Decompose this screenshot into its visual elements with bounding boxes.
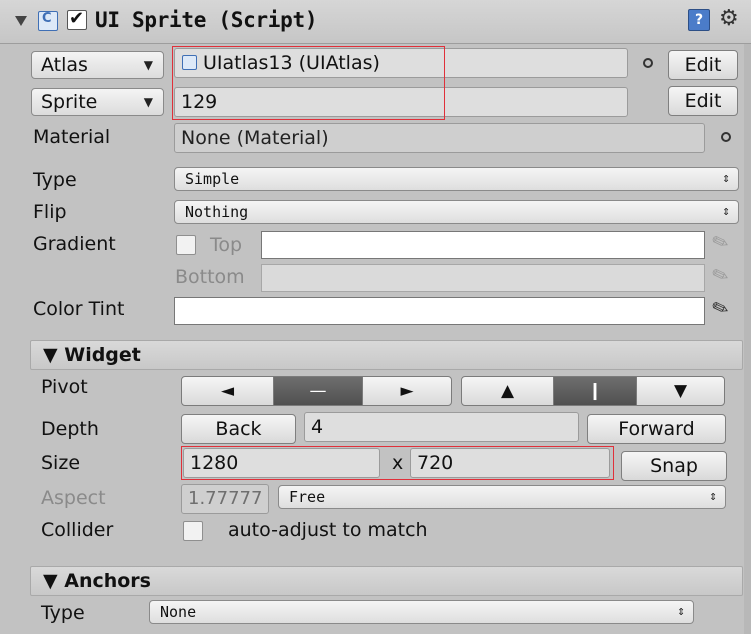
color-tint-label: Color Tint — [33, 298, 125, 320]
pivot-left-button[interactable]: ◄ — [181, 376, 274, 406]
pivot-right-button[interactable]: ► — [362, 376, 452, 406]
up-down-icon: ⇕ — [709, 489, 717, 504]
anchors-type-label: Type — [41, 602, 85, 624]
help-icon[interactable]: ? — [688, 9, 710, 31]
scrollbar[interactable] — [744, 44, 751, 634]
type-label: Type — [33, 169, 77, 191]
gradient-bottom-color[interactable] — [261, 264, 705, 292]
foldout-arrow-icon[interactable] — [15, 16, 27, 26]
flip-value: Nothing — [185, 203, 249, 221]
chevron-down-icon: ▼ — [143, 95, 153, 109]
up-down-icon: ⇕ — [722, 171, 730, 186]
anchors-type-value: None — [160, 603, 197, 621]
eyedropper-icon[interactable]: ✎ — [708, 228, 732, 256]
anchors-type-dropdown[interactable]: None ⇕ — [149, 600, 694, 624]
depth-forward-button[interactable]: Forward — [587, 414, 726, 444]
foldout-arrow-icon: ▼ — [43, 570, 65, 592]
pivot-center-horizontal-button[interactable]: — — [273, 376, 363, 406]
size-label: Size — [41, 452, 81, 474]
highlight-box — [181, 446, 614, 480]
depth-input[interactable]: 4 — [304, 412, 579, 442]
sprite-dropdown-label: Sprite — [41, 91, 98, 113]
up-down-icon: ⇕ — [677, 604, 685, 619]
aspect-value: 1.77777 — [181, 484, 269, 514]
gradient-top-color[interactable] — [261, 231, 705, 259]
type-dropdown[interactable]: Simple ⇕ — [174, 167, 739, 191]
depth-back-button[interactable]: Back — [181, 414, 296, 444]
component-enabled-checkbox[interactable] — [67, 8, 87, 30]
type-value: Simple — [185, 170, 240, 188]
sprite-dropdown[interactable]: Sprite ▼ — [31, 88, 164, 116]
atlas-dropdown[interactable]: Atlas ▼ — [31, 51, 164, 79]
aspect-label: Aspect — [41, 487, 106, 509]
sprite-edit-button[interactable]: Edit — [668, 86, 738, 116]
component-header: UI Sprite (Script) ? ⚙ — [0, 0, 751, 44]
aspect-mode-value: Free — [289, 488, 326, 506]
chevron-down-icon: ▼ — [143, 58, 153, 72]
script-icon — [38, 11, 58, 31]
atlas-edit-button[interactable]: Edit — [668, 50, 738, 80]
gradient-bottom-label: Bottom — [175, 266, 245, 288]
foldout-arrow-icon: ▼ — [43, 344, 65, 366]
collider-text: auto-adjust to match — [228, 519, 428, 541]
atlas-dropdown-label: Atlas — [41, 54, 88, 76]
pivot-label: Pivot — [41, 376, 88, 398]
material-label: Material — [33, 126, 111, 148]
up-down-icon: ⇕ — [722, 204, 730, 219]
object-picker-icon[interactable] — [643, 58, 653, 68]
aspect-mode-dropdown[interactable]: Free ⇕ — [278, 485, 726, 509]
gradient-label: Gradient — [33, 233, 116, 255]
snap-button[interactable]: Snap — [621, 451, 727, 481]
collider-checkbox[interactable] — [183, 521, 203, 541]
widget-section-label: Widget — [64, 344, 141, 366]
color-tint-field[interactable] — [174, 297, 705, 325]
collider-label: Collider — [41, 519, 114, 541]
gear-icon[interactable]: ⚙ — [719, 6, 739, 31]
eyedropper-icon[interactable]: ✎ — [708, 261, 732, 289]
anchors-section-label: Anchors — [64, 570, 151, 592]
highlight-box — [172, 46, 445, 120]
pivot-center-vertical-button[interactable]: ❙ — [553, 376, 637, 406]
gradient-checkbox[interactable] — [176, 235, 196, 255]
widget-section-header[interactable]: ▼ Widget — [30, 340, 743, 370]
flip-label: Flip — [33, 201, 67, 223]
depth-label: Depth — [41, 418, 99, 440]
eyedropper-icon[interactable]: ✎ — [708, 294, 732, 322]
pivot-bottom-button[interactable]: ▼ — [636, 376, 725, 406]
flip-dropdown[interactable]: Nothing ⇕ — [174, 200, 739, 224]
gradient-top-label: Top — [210, 234, 243, 256]
component-title: UI Sprite (Script) — [95, 8, 318, 32]
anchors-section-header[interactable]: ▼ Anchors — [30, 566, 743, 596]
pivot-top-button[interactable]: ▲ — [461, 376, 554, 406]
material-field[interactable]: None (Material) — [174, 123, 705, 153]
object-picker-icon[interactable] — [721, 132, 731, 142]
